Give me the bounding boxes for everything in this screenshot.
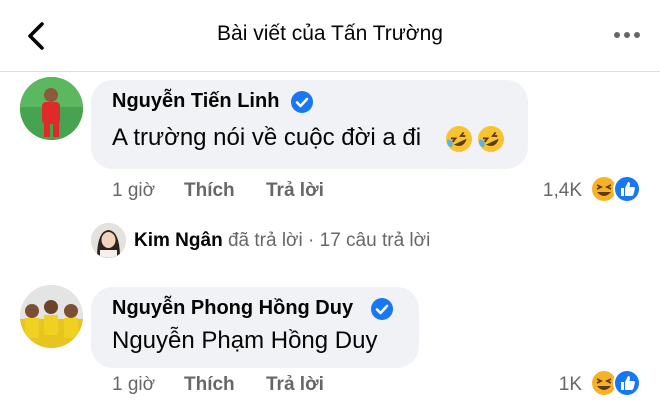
more-horizontal-icon[interactable]	[612, 22, 642, 48]
comment-time: 1 giờ	[112, 180, 156, 201]
comment-text: Nguyễn Phạm Hồng Duy	[112, 327, 378, 354]
like-button[interactable]: Thích	[184, 374, 235, 396]
avatar[interactable]	[20, 77, 83, 140]
rolling-on-floor-laughing-icon	[478, 126, 504, 152]
like-icon	[613, 175, 641, 203]
page-title: Bài viết của Tấn Trường	[217, 22, 443, 45]
header-divider	[0, 71, 660, 72]
reaction-count[interactable]: 1,4K	[543, 180, 582, 202]
like-button[interactable]: Thích	[184, 180, 235, 202]
reactions-icons[interactable]	[590, 174, 642, 204]
verified-badge-icon	[291, 91, 313, 113]
reply-button[interactable]: Trả lời	[266, 180, 324, 202]
comment-time: 1 giờ	[112, 374, 156, 395]
comment-author[interactable]: Nguyễn Phong Hồng Duy	[112, 297, 353, 320]
rolling-on-floor-laughing-icon	[446, 126, 472, 152]
top-bar: Bài viết của Tấn Trường	[0, 0, 660, 72]
reaction-count[interactable]: 1K	[559, 374, 582, 396]
comment-text: A trường nói về cuộc đời a đi	[112, 124, 422, 151]
verified-badge-icon	[371, 298, 393, 320]
reply-count: 17 câu trả lời	[319, 230, 431, 251]
like-icon	[613, 369, 641, 397]
avatar[interactable]	[20, 285, 83, 348]
reply-action: đã trả lời	[227, 230, 303, 251]
avatar[interactable]	[91, 223, 126, 258]
view-replies-link[interactable]: Kim Ngân đã trả lời · 17 câu trả lời	[134, 230, 430, 252]
reply-author: Kim Ngân	[134, 230, 223, 251]
separator-dot: ·	[308, 230, 315, 251]
comment-author[interactable]: Nguyễn Tiến Linh	[112, 90, 279, 113]
reply-button[interactable]: Trả lời	[266, 374, 324, 396]
reactions-icons[interactable]	[590, 368, 642, 398]
